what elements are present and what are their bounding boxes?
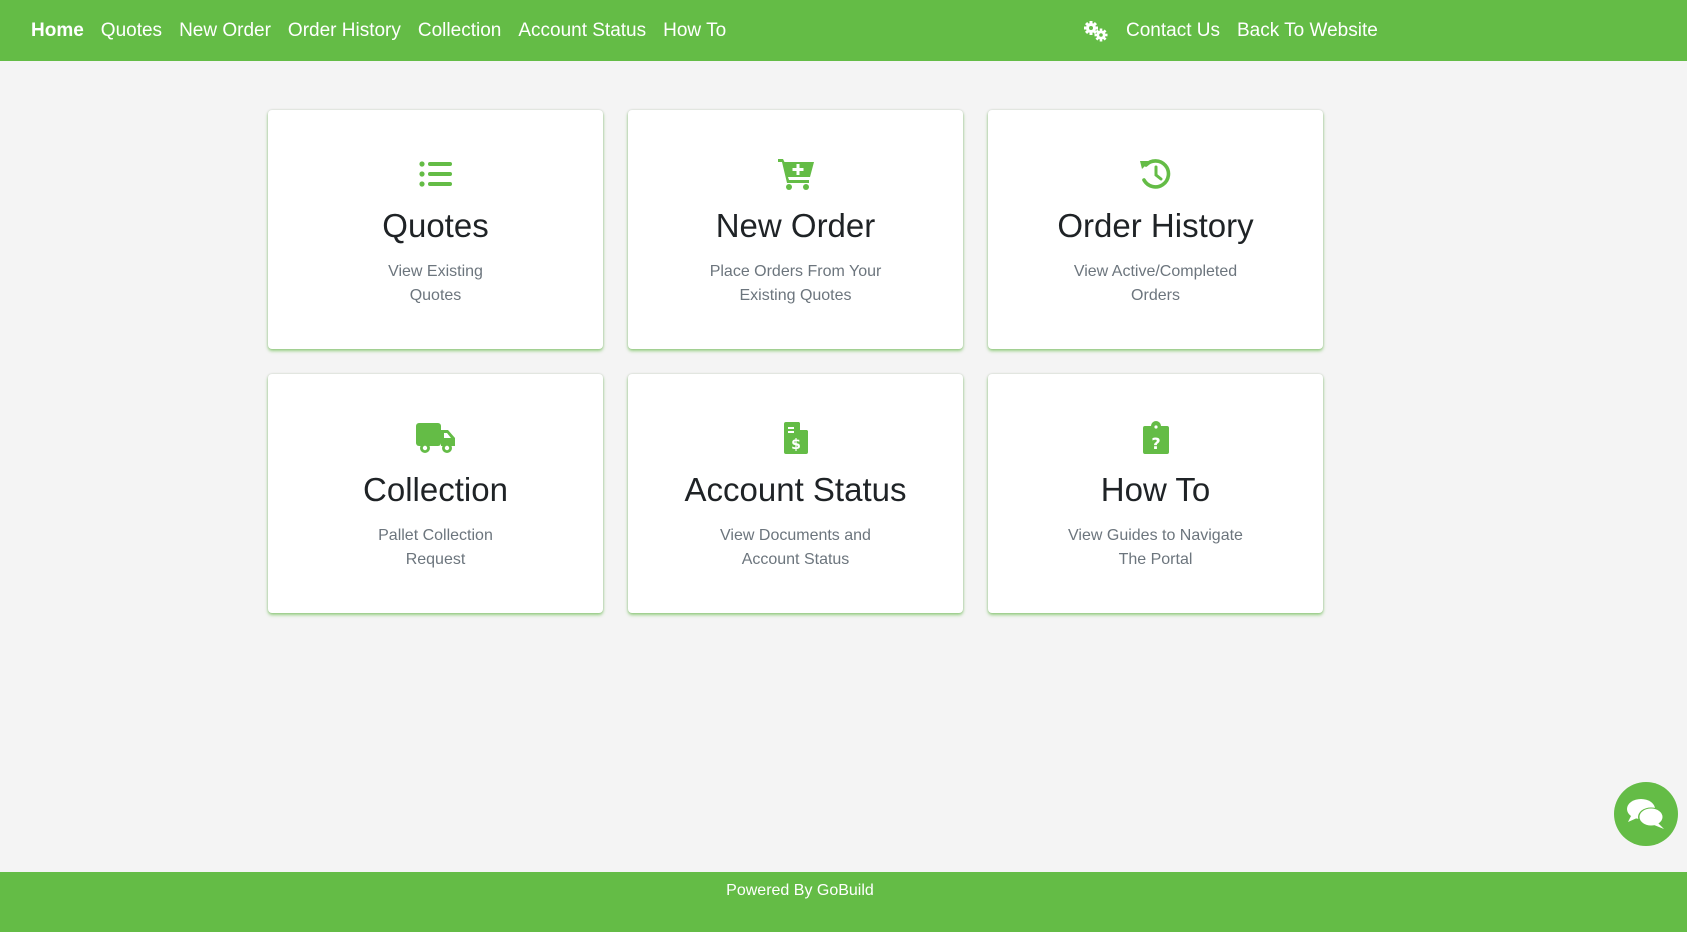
- nav-collection[interactable]: Collection: [418, 20, 501, 42]
- card-desc-line: View Active/Completed: [1073, 263, 1238, 280]
- cart-plus-icon: [628, 154, 963, 194]
- card-quotes[interactable]: Quotes View Existing Quotes: [268, 110, 603, 349]
- card-description: View Active/Completed Orders: [1056, 260, 1256, 308]
- card-how-to[interactable]: ? How To View Guides to Navigate The Por…: [988, 374, 1323, 613]
- card-desc-line: Pallet Collection: [378, 527, 493, 544]
- nav-left: Home Quotes New Order Order History Coll…: [31, 0, 726, 61]
- card-desc-line: Request: [405, 551, 466, 568]
- nav-quotes[interactable]: Quotes: [101, 20, 162, 42]
- list-icon: [268, 154, 603, 194]
- nav-account-status[interactable]: Account Status: [518, 20, 646, 42]
- card-desc-line: Account Status: [741, 551, 850, 568]
- card-new-order[interactable]: New Order Place Orders From Your Existin…: [628, 110, 963, 349]
- nav-how-to[interactable]: How To: [663, 20, 726, 42]
- nav-order-history[interactable]: Order History: [288, 20, 401, 42]
- card-title: How To: [1100, 471, 1211, 508]
- card-account-status[interactable]: $ Account Status View Documents and Acco…: [628, 374, 963, 613]
- card-collection[interactable]: Collection Pallet Collection Request: [268, 374, 603, 613]
- comments-icon: [1627, 799, 1664, 829]
- card-description: Pallet Collection Request: [336, 524, 536, 572]
- card-description: View Documents and Account Status: [696, 524, 896, 572]
- file-invoice-dollar-icon: $: [628, 418, 963, 458]
- svg-text:?: ?: [1151, 434, 1160, 453]
- nav-contact-us[interactable]: Contact Us: [1126, 20, 1220, 42]
- chat-button[interactable]: [1614, 782, 1678, 846]
- card-desc-line: View Documents and: [720, 527, 871, 544]
- card-desc-line: Orders: [1131, 287, 1180, 304]
- nav-new-order[interactable]: New Order: [179, 20, 271, 42]
- card-title: Quotes: [382, 207, 489, 244]
- top-navbar: Home Quotes New Order Order History Coll…: [0, 0, 1687, 61]
- card-title: Order History: [1057, 207, 1254, 244]
- card-title: Collection: [363, 471, 508, 508]
- card-title: New Order: [715, 207, 876, 244]
- card-desc-line: Place Orders From Your: [709, 263, 882, 280]
- nav-home[interactable]: Home: [31, 20, 84, 42]
- clipboard-question-icon: ?: [988, 418, 1323, 458]
- card-order-history[interactable]: Order History View Active/Completed Orde…: [988, 110, 1323, 349]
- nav-right: Contact Us Back To Website: [1083, 0, 1378, 61]
- truck-icon: [268, 418, 603, 458]
- footer: Powered By GoBuild: [0, 872, 1687, 932]
- nav-back-to-website[interactable]: Back To Website: [1237, 20, 1378, 42]
- card-desc-line: Existing Quotes: [739, 287, 852, 304]
- footer-powered-by: Powered By GoBuild: [726, 882, 874, 899]
- card-title: Account Status: [684, 471, 907, 508]
- card-desc-line: The Portal: [1118, 551, 1193, 568]
- svg-text:$: $: [791, 437, 801, 453]
- card-description: Place Orders From Your Existing Quotes: [696, 260, 896, 308]
- gears-icon[interactable]: [1083, 20, 1109, 42]
- card-desc-line: View Guides to Navigate: [1068, 527, 1243, 544]
- history-icon: [988, 154, 1323, 194]
- card-desc-line: Quotes: [409, 287, 462, 304]
- card-description: View Guides to Navigate The Portal: [1056, 524, 1256, 572]
- card-description: View Existing Quotes: [336, 260, 536, 308]
- card-desc-line: View Existing: [388, 263, 483, 280]
